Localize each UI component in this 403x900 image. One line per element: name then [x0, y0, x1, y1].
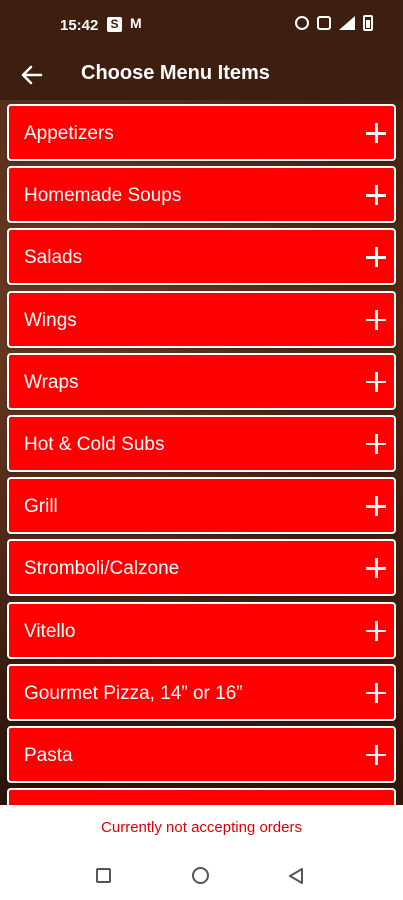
gmail-icon: M [130, 15, 142, 31]
plus-icon[interactable] [366, 744, 386, 765]
plus-icon[interactable] [366, 496, 386, 517]
menu-item-hot-cold-subs[interactable]: Hot & Cold Subs [7, 414, 396, 472]
menu-item-appetizers[interactable]: Appetizers [7, 104, 396, 161]
arrow-left-icon[interactable] [18, 61, 46, 89]
plus-icon[interactable] [366, 185, 386, 206]
status-icons [295, 15, 373, 31]
menu-item-wraps[interactable]: Wraps [7, 352, 396, 410]
menu-item-label: Wraps [24, 371, 79, 393]
menu-item-label: Pasta [24, 744, 73, 766]
menu-item-gourmet-pizza[interactable]: Gourmet Pizza, 14” or 16” [7, 663, 396, 721]
home-icon[interactable] [192, 867, 209, 884]
menu-item-label: Homemade Soups [24, 185, 182, 207]
plus-icon[interactable] [366, 620, 386, 641]
plus-icon[interactable] [366, 247, 386, 268]
menu-item-vitello[interactable]: Vitello [7, 601, 396, 659]
alarm-icon [295, 16, 309, 30]
battery-icon [363, 15, 373, 31]
recents-icon[interactable] [96, 868, 111, 883]
status-bar: 15:42 S M [0, 0, 403, 50]
menu-item-grill[interactable]: Grill [7, 477, 396, 535]
menu-item-label: Salads [24, 247, 83, 269]
menu-item-wings[interactable]: Wings [7, 290, 396, 348]
s-app-icon: S [107, 17, 122, 32]
menu-item-homemade-soups[interactable]: Homemade Soups [7, 166, 396, 224]
order-status-footer: Currently not accepting orders [0, 805, 403, 853]
menu-item-label: Appetizers [24, 123, 114, 144]
menu-item-label: Grill [24, 496, 58, 518]
order-status-notice: Currently not accepting orders [101, 819, 302, 836]
menu-item-salads[interactable]: Salads [7, 228, 396, 286]
menu-item-label: Stromboli/Calzone [24, 558, 180, 580]
system-nav-bar [0, 853, 403, 900]
menu-item-label: Vitello [24, 620, 76, 642]
menu-item-label: Hot & Cold Subs [24, 433, 165, 455]
nav-back-icon[interactable] [287, 867, 305, 885]
plus-icon[interactable] [366, 433, 386, 454]
menu-category-list: Appetizers Homemade Soups Salads Wings W… [7, 104, 396, 850]
plus-icon[interactable] [366, 558, 386, 579]
menu-item-pasta[interactable]: Pasta [7, 725, 396, 783]
app-bar: Choose Menu Items [0, 50, 403, 100]
plus-icon[interactable] [366, 371, 386, 392]
vibrate-icon [317, 16, 331, 30]
status-time: 15:42 [60, 17, 99, 34]
menu-item-label: Wings [24, 309, 77, 331]
wifi-icon [339, 16, 355, 30]
plus-icon[interactable] [366, 682, 386, 703]
plus-icon[interactable] [366, 123, 386, 143]
menu-item-label: Gourmet Pizza, 14” or 16” [24, 682, 243, 704]
plus-icon[interactable] [366, 309, 386, 330]
page-title: Choose Menu Items [81, 62, 270, 84]
menu-item-stromboli-calzone[interactable]: Stromboli/Calzone [7, 539, 396, 597]
